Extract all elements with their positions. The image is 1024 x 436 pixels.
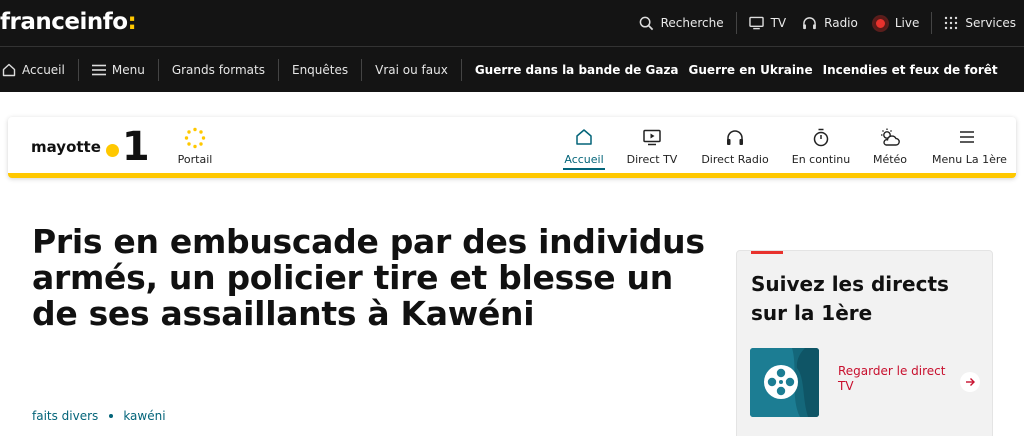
nav-home-link[interactable]: Accueil <box>0 47 78 92</box>
divider <box>460 58 462 81</box>
nav-menu-button[interactable]: Menu <box>79 47 158 92</box>
brand-number: 1 <box>121 124 150 170</box>
tv-icon <box>748 16 764 30</box>
live-promo-panel: Suivez les directs sur la 1ère Regarder … <box>736 250 993 436</box>
regional-nav-direct-tv[interactable]: Direct TV <box>625 125 679 175</box>
live-button[interactable]: Live <box>866 0 928 46</box>
regional-nav-label: Menu La 1ère <box>932 153 1007 166</box>
menu-icon <box>960 131 974 143</box>
top-bar: franceinfo: Recherche TV Radio Live Serv… <box>0 0 1024 92</box>
nav-link-enquetes[interactable]: Enquêtes <box>279 47 361 92</box>
tv-button[interactable]: TV <box>741 0 795 46</box>
stopwatch-icon <box>813 128 829 146</box>
brand-dot-icon <box>105 143 119 157</box>
services-button[interactable]: Services <box>936 0 1024 46</box>
headphones-icon <box>803 17 816 30</box>
article-headline: Pris en embuscade par des individus armé… <box>32 222 705 333</box>
mayotte-la-1ere-logo[interactable]: mayotte 1 <box>31 125 150 169</box>
divider <box>931 12 933 34</box>
regional-header-card: mayotte 1 Portail Accueil Direct TV Dire… <box>8 117 1016 178</box>
tag-link[interactable]: faits divers <box>32 409 98 423</box>
regional-nav-direct-radio[interactable]: Direct Radio <box>700 125 770 175</box>
live-dot-icon <box>873 16 887 30</box>
tv-play-icon <box>643 129 661 145</box>
watch-direct-tv-link[interactable]: Regarder le direct TV <box>838 364 958 394</box>
active-underline <box>563 168 605 170</box>
panel-accent <box>751 251 783 254</box>
nav-link-vrai-ou-faux[interactable]: Vrai ou faux <box>362 47 461 92</box>
regional-nav-meteo[interactable]: Météo <box>870 125 910 175</box>
article-tags: faits divers kawéni <box>32 409 166 423</box>
divider <box>735 12 737 34</box>
live-label: Live <box>894 16 920 30</box>
panel-title: Suivez les directs sur la 1ère <box>751 272 949 325</box>
weather-icon <box>881 128 900 146</box>
grid-icon <box>945 16 958 30</box>
portail-label: Portail <box>177 153 213 166</box>
regional-nav-label: Direct TV <box>626 153 678 166</box>
search-button[interactable]: Recherche <box>631 0 732 46</box>
topic-link-incendies[interactable]: Incendies et feux de forêt <box>818 47 1003 92</box>
regional-nav-label: Direct Radio <box>701 153 769 166</box>
radio-button[interactable]: Radio <box>794 0 866 46</box>
topic-link-gaza[interactable]: Guerre dans la bande de Gaza <box>470 47 684 92</box>
arrow-right-icon <box>966 378 975 386</box>
headphones-icon <box>727 129 743 145</box>
nav-link-grands-formats[interactable]: Grands formats <box>159 47 278 92</box>
sun-dots-icon <box>184 127 206 149</box>
home-icon <box>576 129 592 145</box>
regional-nav-label: En continu <box>791 153 851 166</box>
direct-tv-thumbnail[interactable] <box>750 348 819 417</box>
home-icon <box>2 63 16 76</box>
radio-label: Radio <box>824 16 858 30</box>
regional-nav-en-continu[interactable]: En continu <box>791 125 851 175</box>
search-icon <box>639 16 653 30</box>
franceinfo-logo[interactable]: franceinfo: <box>0 9 137 35</box>
regional-nav-menu[interactable]: Menu La 1ère <box>932 125 1007 175</box>
tag-separator <box>109 414 114 418</box>
tv-label: TV <box>770 16 787 30</box>
film-reel-icon <box>750 348 819 417</box>
search-label: Recherche <box>660 16 724 30</box>
main-nav: Accueil Menu Grands formats Enquêtes Vra… <box>0 47 1003 92</box>
tag-link[interactable]: kawéni <box>123 409 165 423</box>
regional-nav-accueil[interactable]: Accueil <box>563 125 605 175</box>
nav-menu-label: Menu <box>111 62 145 77</box>
brand-name: mayotte <box>31 138 101 156</box>
nav-home-label: Accueil <box>22 62 65 77</box>
regional-nav-label: Accueil <box>564 153 604 166</box>
portail-link[interactable]: Portail <box>170 127 220 166</box>
top-actions: Recherche TV Radio Live Services <box>631 0 1024 46</box>
hamburger-icon <box>91 64 106 75</box>
regional-nav-label: Météo <box>872 153 908 166</box>
arrow-button[interactable] <box>960 372 980 392</box>
topic-link-ukraine[interactable]: Guerre en Ukraine <box>684 47 818 92</box>
services-label: Services <box>965 16 1016 30</box>
